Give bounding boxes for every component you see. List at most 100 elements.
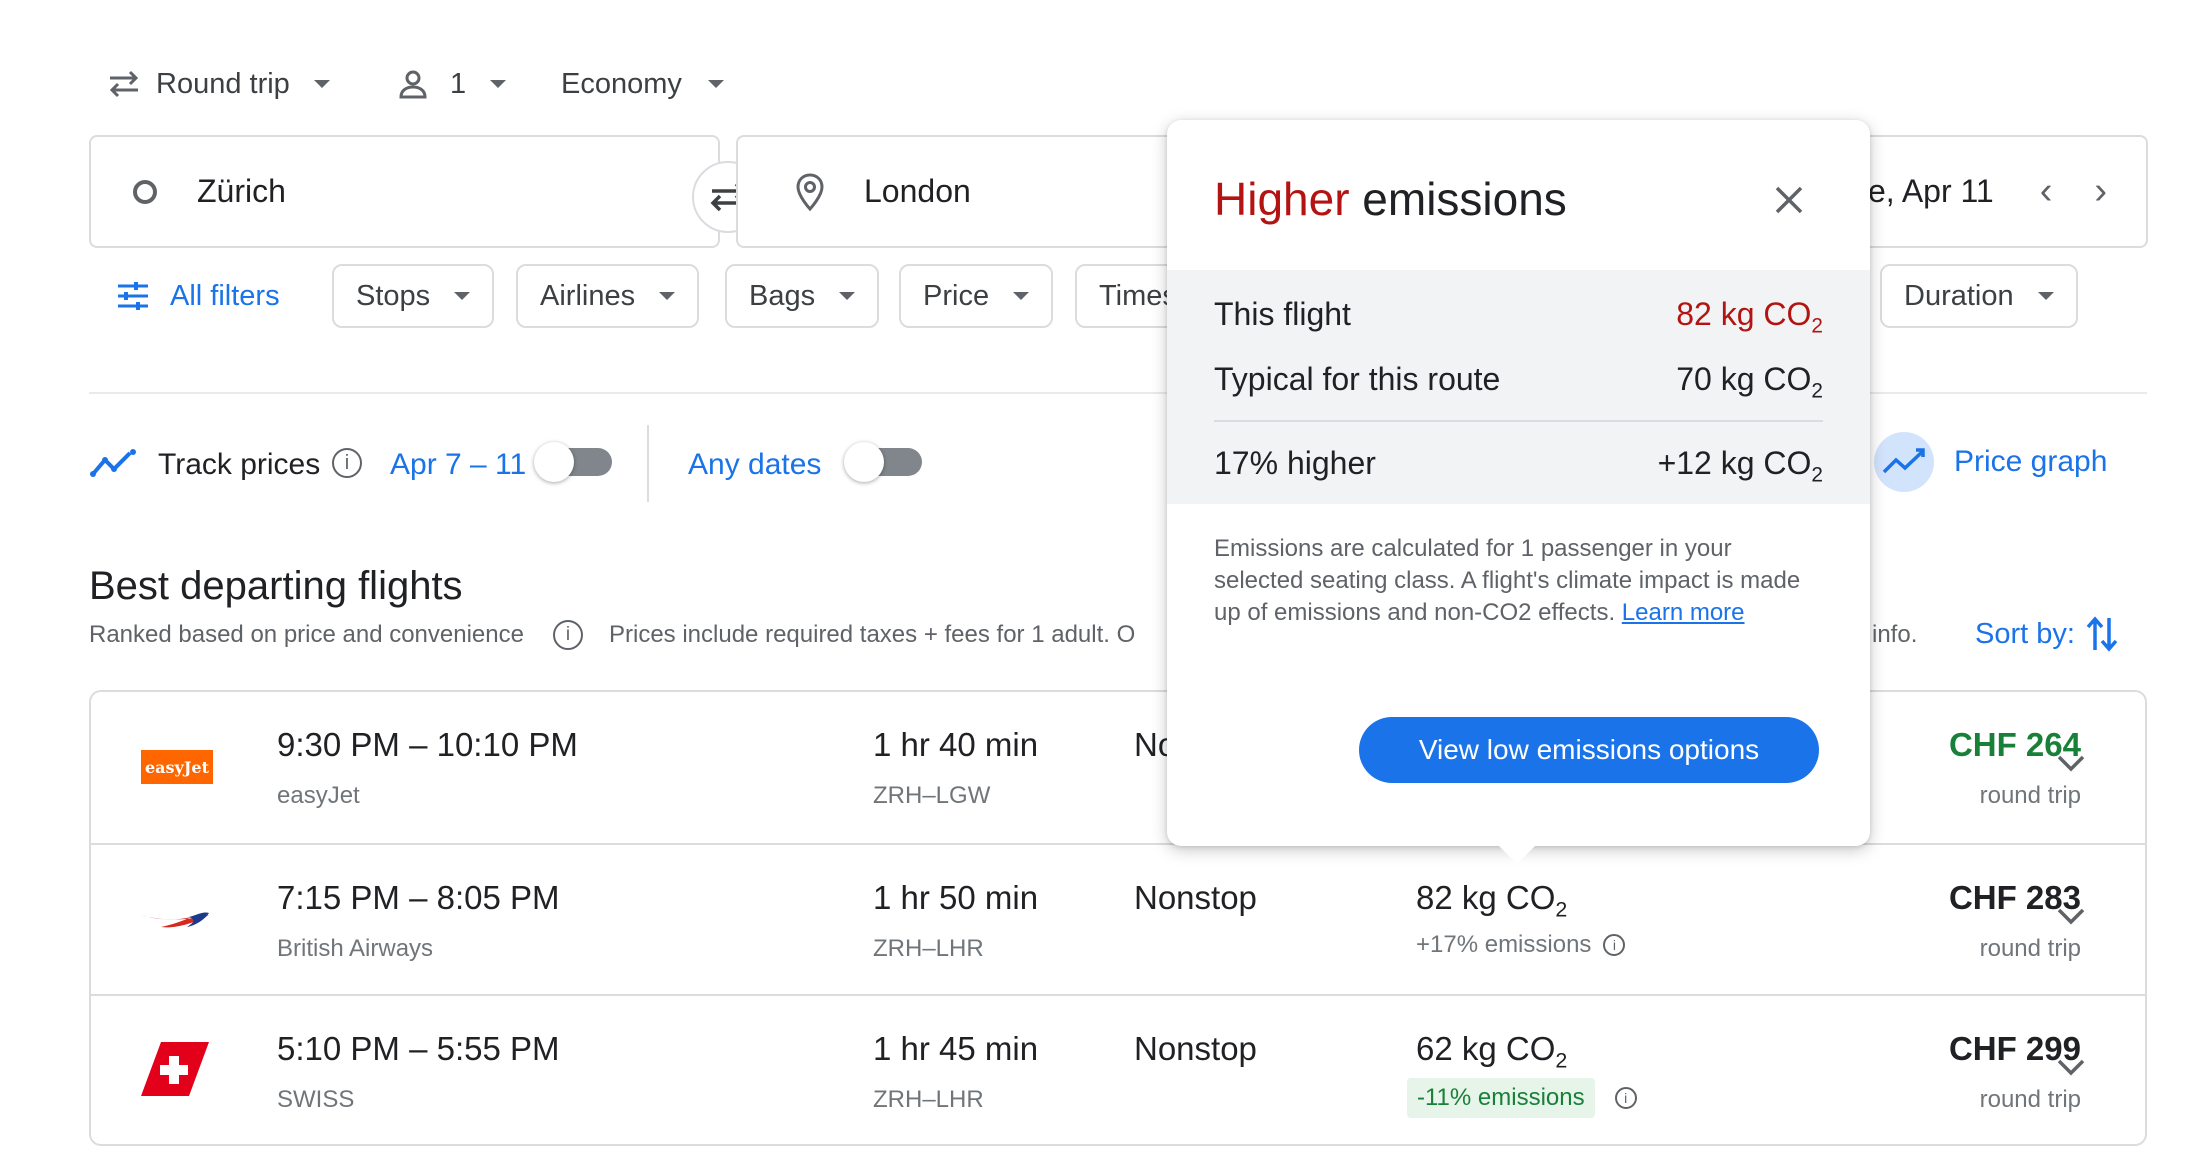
person-icon [399,70,427,99]
view-low-emissions-button[interactable]: View low emissions options [1359,717,1819,783]
info-icon[interactable]: i [332,448,362,478]
return-date-field[interactable]: e, Apr 11 ‹ › [1860,135,2148,248]
flight-route: ZRH–LHR [873,1086,984,1113]
trip-type-label: Round trip [156,67,290,100]
price-graph-icon [1874,432,1934,492]
emissions-popup: Higher emissions This flight 82 kg CO2 T… [1167,120,1870,864]
filter-chip-stops[interactable]: Stops [332,264,495,328]
track-date-range[interactable]: Apr 7 – 11 [390,448,526,482]
diff-value: +12 kg CO2 [1658,445,1823,487]
all-filters-label: All filters [170,279,280,312]
price-note: round trip [1979,935,2081,962]
close-icon[interactable] [1773,184,1805,216]
toggle-knob [844,442,884,482]
emissions-breakdown: This flight 82 kg CO2 Typical for this r… [1167,270,1870,504]
sort-by-button[interactable]: Sort by: [1975,614,2119,654]
chevron-down-icon [490,80,507,88]
this-flight-label: This flight [1214,296,1351,332]
location-pin-icon [796,172,824,211]
learn-more-link[interactable]: Learn more [1622,599,1745,626]
cabin-dropdown[interactable]: Economy [561,58,724,110]
filter-chip-duration[interactable]: Duration [1880,264,2078,328]
typical-label: Typical for this route [1214,361,1501,397]
sort-icon [2086,616,2118,652]
any-dates-toggle[interactable] [844,442,922,482]
airline-name: SWISS [277,1086,355,1113]
chevron-right-icon[interactable]: › [2094,170,2107,213]
flight-price: CHF 299 [1948,1030,2081,1067]
chevron-down-icon [313,80,330,88]
tune-icon [118,282,148,310]
flight-stops: Nonstop [1134,879,1257,916]
subscript: 2 [1811,314,1823,338]
prices-note: Prices include required taxes + fees for… [609,621,1136,648]
chip-label: Duration [1904,279,2014,312]
flight-price: CHF 264 [1948,726,2081,763]
popup-pointer [1499,846,1535,864]
chevron-left-icon[interactable]: ‹ [2040,170,2053,213]
co2-subscript: 2 [1555,1048,1568,1073]
passengers-dropdown[interactable]: 1 [398,58,507,110]
trend-icon [90,449,136,477]
co2-value: 62 kg CO2 [1416,1030,1567,1074]
this-flight-value: 82 kg CO2 [1676,296,1823,338]
chevron-down-icon[interactable] [2056,905,2086,927]
vertical-divider [647,425,649,502]
flight-row[interactable]: 7:15 PM – 8:05 PM British Airways 1 hr 5… [91,843,2145,994]
destination-value: London [864,173,971,209]
easyjet-logo: easyJet [141,750,213,784]
flight-stops: Nonstop [1134,1030,1257,1067]
chip-label: Stops [356,279,431,312]
british-airways-logo [141,912,209,928]
chevron-down-icon [454,292,471,300]
chevron-down-icon [659,292,676,300]
chip-label: Times [1099,279,1177,312]
flight-route: ZRH–LHR [873,935,984,962]
emissions-label: +17% emissions [1416,931,1592,958]
chevron-down-icon [839,292,856,300]
chevron-down-icon [707,80,724,88]
chevron-down-icon[interactable] [2056,752,2086,774]
emissions-note: Emissions are calculated for 1 passenger… [1214,533,1804,629]
filter-chip-bags[interactable]: Bags [725,264,880,328]
popup-title-highlight: Higher [1214,173,1350,225]
flight-price: CHF 283 [1948,879,2081,916]
flight-row[interactable]: 5:10 PM – 5:55 PM SWISS 1 hr 45 min ZRH–… [91,994,2145,1144]
co2-text: 82 kg CO [1416,879,1556,916]
all-filters-button[interactable]: All filters [116,274,280,318]
value-text: 70 kg CO [1676,361,1812,397]
info-icon[interactable]: i [553,620,583,650]
swiss-logo [141,1042,209,1096]
flight-route: ZRH–LGW [873,782,991,809]
filter-chip-price[interactable]: Price [899,264,1054,328]
cabin-label: Economy [561,67,682,100]
price-note: round trip [1979,782,2081,809]
popup-title: Higher emissions [1214,172,1567,226]
value-text: +12 kg CO [1657,445,1812,481]
filter-chip-airlines[interactable]: Airlines [516,264,700,328]
prices-note-tail: info. [1872,621,1918,648]
price-graph-button[interactable]: Price graph [1872,430,2107,494]
subscript: 2 [1811,463,1823,487]
chip-label: Airlines [540,279,636,312]
trip-type-dropdown[interactable]: Round trip [106,58,330,110]
flight-duration: 1 hr 40 min [873,726,1039,763]
flight-times: 5:10 PM – 5:55 PM [277,1030,560,1067]
track-prices-toggle[interactable] [534,442,612,482]
origin-value: Zürich [197,173,286,209]
chevron-down-icon [2037,292,2054,300]
value-text: 82 kg CO [1676,296,1812,332]
origin-field[interactable]: Zürich [89,135,720,248]
chevron-down-icon[interactable] [2056,1056,2086,1078]
price-graph-label: Price graph [1954,445,2108,478]
emissions-badge[interactable]: +17% emissions i [1416,931,1626,959]
section-subtitle: Ranked based on price and convenience [89,621,524,648]
chip-label: Bags [749,279,816,312]
co2-subscript: 2 [1555,897,1568,922]
emissions-badge[interactable]: -11% emissions i [1407,1078,1637,1118]
divider [1214,420,1823,422]
origin-circle-icon [133,179,157,204]
destination-field[interactable]: London [736,135,1216,248]
track-prices-label: Track prices [158,448,321,481]
diff-label: 17% higher [1214,445,1376,481]
